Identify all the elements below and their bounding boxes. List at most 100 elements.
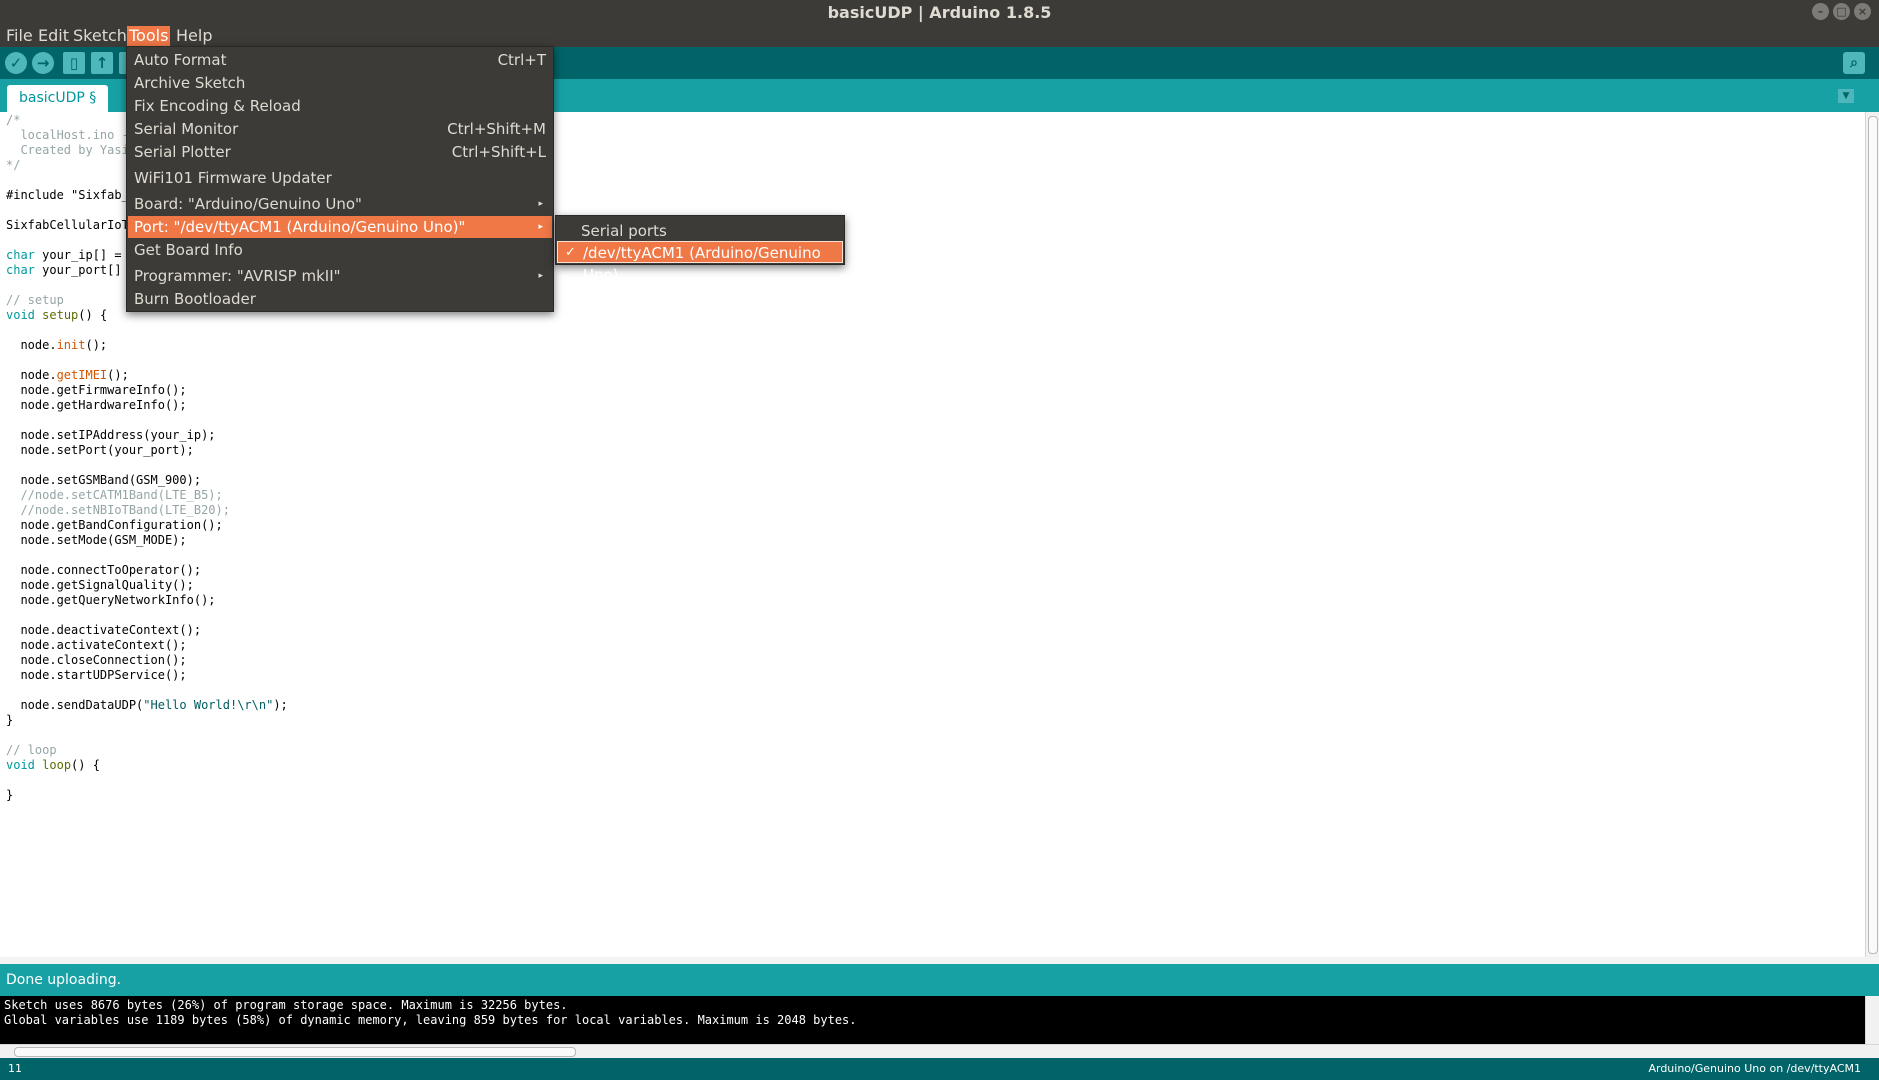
menu-item-burn-bootloader[interactable]: Burn Bootloader: [128, 288, 552, 310]
menu-item-wifi101-updater[interactable]: WiFi101 Firmware Updater: [128, 167, 552, 189]
menu-item-label: Board: "Arduino/Genuino Uno": [134, 195, 362, 213]
code-line[interactable]: node.getSignalQuality();: [6, 578, 288, 593]
code-line[interactable]: node.startUDPService();: [6, 668, 288, 683]
menu-item-label: Serial Monitor: [134, 120, 239, 138]
code-line[interactable]: //node.setNBIoTBand(LTE_B20);: [6, 503, 288, 518]
code-line[interactable]: [6, 683, 288, 698]
code-line[interactable]: node.getQueryNetworkInfo();: [6, 593, 288, 608]
console-vertical-scrollbar[interactable]: [1865, 996, 1879, 1044]
footer-bar: 11 Arduino/Genuino Uno on /dev/ttyACM1: [0, 1058, 1879, 1080]
menu-item-label: Burn Bootloader: [134, 290, 256, 308]
code-line[interactable]: node.deactivateContext();: [6, 623, 288, 638]
code-line[interactable]: node.setMode(GSM_MODE);: [6, 533, 288, 548]
new-file-icon: ▯: [69, 54, 79, 72]
menu-item-serial-monitor[interactable]: Serial Monitor Ctrl+Shift+M: [128, 118, 552, 140]
line-number: 11: [8, 1062, 22, 1075]
editor-vertical-scrollbar[interactable]: [1865, 112, 1879, 957]
menu-item-label: Serial Plotter: [134, 143, 231, 161]
port-option-ttyacm1[interactable]: ✓ /dev/ttyACM1 (Arduino/Genuino Uno): [557, 241, 843, 284]
code-line[interactable]: }: [6, 788, 288, 803]
serial-ports-header: Serial ports: [581, 222, 667, 240]
menu-item-fix-encoding[interactable]: Fix Encoding & Reload: [128, 95, 552, 117]
code-line[interactable]: node.closeConnection();: [6, 653, 288, 668]
code-line[interactable]: node.getIMEI();: [6, 368, 288, 383]
serial-monitor-button[interactable]: ⌕: [1843, 52, 1865, 74]
port-submenu: Serial ports ✓ /dev/ttyACM1 (Arduino/Gen…: [555, 215, 845, 284]
submenu-arrow-icon: ▸: [538, 271, 543, 281]
minimize-icon[interactable]: –: [1812, 3, 1829, 20]
code-line[interactable]: node.getHardwareInfo();: [6, 398, 288, 413]
tab-basicudp[interactable]: basicUDP §: [7, 85, 109, 112]
code-line[interactable]: [6, 458, 288, 473]
magnifier-icon: ⌕: [1850, 55, 1858, 71]
editor-scroll-thumb[interactable]: [1868, 116, 1878, 954]
code-line[interactable]: [6, 608, 288, 623]
new-button[interactable]: ▯: [63, 52, 85, 74]
menu-item-auto-format[interactable]: Auto Format Ctrl+T: [128, 49, 552, 71]
window-controls: – □ ×: [1812, 3, 1871, 20]
code-line[interactable]: // loop: [6, 743, 288, 758]
code-line[interactable]: [6, 728, 288, 743]
menu-item-archive-sketch[interactable]: Archive Sketch: [128, 72, 552, 94]
menu-item-label: Auto Format: [134, 51, 227, 69]
menu-item-port[interactable]: Port: "/dev/ttyACM1 (Arduino/Genuino Uno…: [128, 216, 552, 238]
upload-button[interactable]: →: [32, 52, 54, 74]
menu-item-label: Archive Sketch: [134, 74, 246, 92]
code-line[interactable]: node.getBandConfiguration();: [6, 518, 288, 533]
code-line[interactable]: [6, 413, 288, 428]
console-horizontal-scrollbar[interactable]: [0, 1044, 1879, 1058]
code-line[interactable]: node.getFirmwareInfo();: [6, 383, 288, 398]
code-line[interactable]: }: [6, 713, 288, 728]
tools-menu: Auto Format Ctrl+T Archive Sketch Fix En…: [126, 46, 554, 312]
editor-console-splitter[interactable]: [0, 957, 1879, 964]
check-icon: ✓: [9, 54, 23, 72]
code-line[interactable]: [6, 323, 288, 338]
code-line[interactable]: [6, 548, 288, 563]
menu-tools[interactable]: Tools: [127, 26, 171, 46]
code-line[interactable]: node.setIPAddress(your_ip);: [6, 428, 288, 443]
verify-button[interactable]: ✓: [5, 52, 27, 74]
code-line[interactable]: node.activateContext();: [6, 638, 288, 653]
code-line[interactable]: node.connectToOperator();: [6, 563, 288, 578]
status-bar: Done uploading.: [0, 964, 1879, 996]
submenu-arrow-icon: ▸: [538, 222, 543, 232]
menu-item-label: Fix Encoding & Reload: [134, 97, 301, 115]
menubar: File Edit Sketch Tools Help: [0, 25, 1879, 47]
menu-item-shortcut: Ctrl+T: [497, 51, 546, 69]
menu-item-label: Programmer: "AVRISP mkII": [134, 267, 341, 285]
code-line[interactable]: //node.setCATM1Band(LTE_B5);: [6, 488, 288, 503]
code-line[interactable]: node.setPort(your_port);: [6, 443, 288, 458]
window-title: basicUDP | Arduino 1.8.5: [827, 3, 1052, 22]
maximize-icon[interactable]: □: [1833, 3, 1850, 20]
menu-item-serial-plotter[interactable]: Serial Plotter Ctrl+Shift+L: [128, 141, 552, 163]
close-icon[interactable]: ×: [1854, 3, 1871, 20]
window-titlebar: basicUDP | Arduino 1.8.5 – □ ×: [0, 0, 1879, 25]
menu-help[interactable]: Help: [174, 26, 214, 46]
menu-item-get-board-info[interactable]: Get Board Info: [128, 239, 552, 261]
console-line: Global variables use 1189 bytes (58%) of…: [4, 1013, 857, 1027]
submenu-arrow-icon: ▸: [538, 199, 543, 209]
menu-item-board[interactable]: Board: "Arduino/Genuino Uno" ▸: [128, 193, 552, 215]
menu-edit[interactable]: Edit: [36, 26, 71, 46]
code-line[interactable]: node.init();: [6, 338, 288, 353]
menu-sketch[interactable]: Sketch: [71, 26, 129, 46]
menu-item-programmer[interactable]: Programmer: "AVRISP mkII" ▸: [128, 265, 552, 287]
code-line[interactable]: [6, 773, 288, 788]
code-line[interactable]: void loop() {: [6, 758, 288, 773]
menu-item-label: Port: "/dev/ttyACM1 (Arduino/Genuino Uno…: [134, 218, 466, 236]
arrow-right-icon: →: [36, 54, 50, 72]
menu-file[interactable]: File: [4, 26, 35, 46]
menu-item-shortcut: Ctrl+Shift+M: [447, 120, 546, 138]
code-line[interactable]: node.setGSMBand(GSM_900);: [6, 473, 288, 488]
console-scroll-thumb[interactable]: [14, 1047, 576, 1057]
open-button[interactable]: ↑: [91, 52, 113, 74]
console-output[interactable]: Sketch uses 8676 bytes (26%) of program …: [0, 996, 1865, 1044]
code-line[interactable]: node.sendDataUDP("Hello World!\r\n");: [6, 698, 287, 713]
console-line: Sketch uses 8676 bytes (26%) of program …: [4, 998, 568, 1012]
menu-item-label: WiFi101 Firmware Updater: [134, 169, 332, 187]
tab-menu-chevron-down-icon[interactable]: ▼: [1838, 89, 1854, 103]
check-icon: ✓: [565, 245, 576, 260]
code-line[interactable]: [6, 353, 288, 368]
menu-item-shortcut: Ctrl+Shift+L: [451, 143, 546, 161]
menu-item-label: Get Board Info: [134, 241, 243, 259]
